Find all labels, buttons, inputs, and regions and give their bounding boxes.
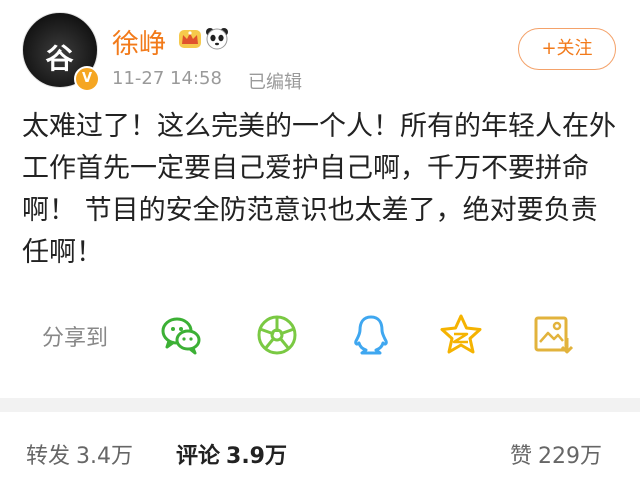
like-count: 229万 xyxy=(538,444,603,469)
panda-icon xyxy=(206,28,228,50)
post-timestamp: 11-27 14:58 xyxy=(112,68,222,89)
qq-icon[interactable] xyxy=(348,312,394,358)
qzone-icon[interactable] xyxy=(438,312,484,358)
repost-label: 转发 xyxy=(26,444,71,469)
stats-bar: 转发 3.4万 评论 3.9万 赞 229万 xyxy=(0,420,640,479)
verified-badge-icon: V xyxy=(74,66,100,92)
post-header: 谷 V 徐峥 11-27 14:58 已编辑 +关注 xyxy=(0,0,640,100)
author-name[interactable]: 徐峥 xyxy=(112,22,166,61)
comment-button[interactable]: 评论 3.9万 xyxy=(176,438,287,470)
post-body: 太难过了！这么完美的一个人！所有的年轻人在外工作首先一定要自己爱护自己啊，千万不… xyxy=(22,111,616,268)
share-bar: 分享到 xyxy=(0,300,640,370)
crown-icon xyxy=(179,30,201,48)
like-label: 赞 xyxy=(510,444,533,469)
follow-button[interactable]: +关注 xyxy=(518,28,616,70)
wechat-icon[interactable] xyxy=(158,312,204,358)
section-divider xyxy=(0,398,640,412)
repost-count: 3.4万 xyxy=(76,444,134,469)
comment-count: 3.9万 xyxy=(226,444,287,469)
comment-label: 评论 xyxy=(176,444,221,469)
save-image-icon[interactable] xyxy=(530,312,576,358)
moments-icon[interactable] xyxy=(254,312,300,358)
like-button[interactable]: 赞 229万 xyxy=(510,438,602,470)
edited-label[interactable]: 已编辑 xyxy=(248,68,302,94)
share-label: 分享到 xyxy=(42,326,109,351)
repost-button[interactable]: 转发 3.4万 xyxy=(26,438,133,470)
